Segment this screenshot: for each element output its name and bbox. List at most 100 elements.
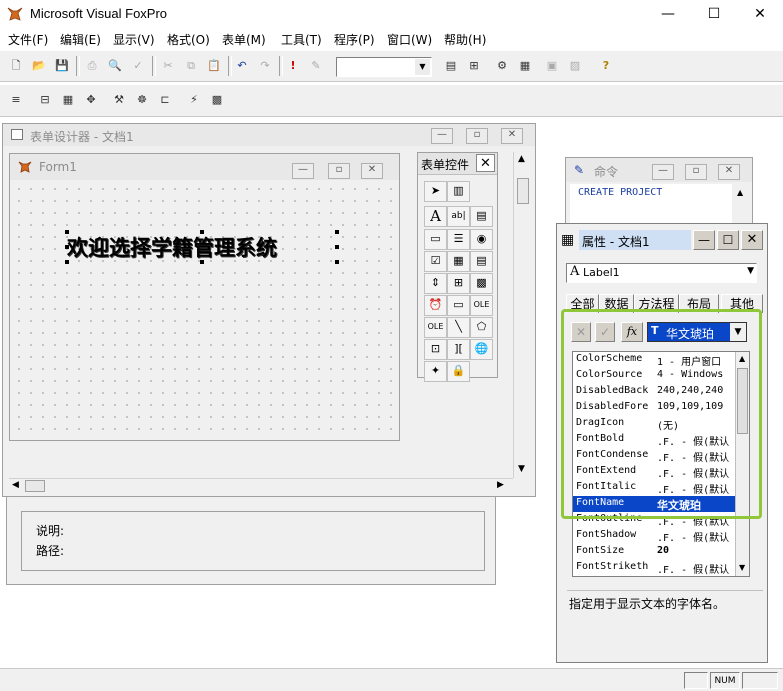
designer-maximize-button[interactable]: ▫ bbox=[466, 128, 488, 144]
properties-close-button[interactable]: ✕ bbox=[741, 230, 763, 250]
data-environment-icon[interactable]: ⊟ bbox=[35, 90, 55, 110]
line-control-icon[interactable]: ╲ bbox=[447, 317, 470, 338]
selection-handle[interactable] bbox=[65, 245, 69, 249]
command-window-icon[interactable]: ▤ bbox=[441, 56, 461, 76]
spinner-control-icon[interactable]: ⇕ bbox=[424, 273, 447, 294]
undo-icon[interactable]: ↶ bbox=[232, 56, 252, 76]
autoformat-icon[interactable]: ▨ bbox=[565, 56, 585, 76]
redo-icon[interactable]: ↷ bbox=[255, 56, 275, 76]
option-group-control-icon[interactable]: ◉ bbox=[470, 229, 493, 250]
command-button-control-icon[interactable]: ▭ bbox=[424, 229, 447, 250]
selection-handle[interactable] bbox=[200, 260, 204, 264]
property-row[interactable]: FontStriketh .F. - 假(默认 bbox=[573, 560, 736, 576]
designer-close-button[interactable]: ✕ bbox=[501, 128, 523, 144]
textbox-control-icon[interactable]: ab| bbox=[447, 206, 470, 227]
ole-container-control-icon[interactable]: OLE bbox=[470, 295, 493, 316]
menu-form[interactable]: 表单(M) bbox=[222, 31, 266, 48]
form1-maximize-button[interactable]: ▫ bbox=[328, 163, 350, 179]
selection-handle[interactable] bbox=[335, 245, 339, 249]
print-icon[interactable]: ⎙ bbox=[82, 56, 102, 76]
menu-program[interactable]: 程序(P) bbox=[334, 31, 375, 48]
scroll-right-icon[interactable]: ▶ bbox=[497, 480, 504, 490]
menu-view[interactable]: 显示(V) bbox=[113, 31, 155, 48]
chevron-down-icon[interactable]: ▼ bbox=[415, 59, 430, 75]
hyperlink-control-icon[interactable]: 🌐 bbox=[470, 339, 493, 360]
designer-horizontal-scrollbar[interactable]: ◀ ▶ bbox=[9, 478, 513, 494]
command-close-button[interactable]: ✕ bbox=[718, 164, 740, 180]
form-controls-toolbar-icon[interactable]: ⚒ bbox=[109, 90, 129, 110]
editbox-control-icon[interactable]: ▤ bbox=[470, 206, 493, 227]
horizontal-scroll-thumb[interactable] bbox=[25, 480, 45, 492]
form1-canvas[interactable]: 欢迎选择学籍管理系统 bbox=[10, 180, 399, 440]
property-row[interactable]: FontShadow .F. - 假(默认 bbox=[573, 528, 736, 544]
pageframe-control-icon[interactable]: ▭ bbox=[447, 295, 470, 316]
autoformat-designer-icon[interactable]: ▩ bbox=[207, 90, 227, 110]
command-group-control-icon[interactable]: ☰ bbox=[447, 229, 470, 250]
listbox-control-icon[interactable]: ▤ bbox=[470, 251, 493, 272]
maximize-button[interactable]: ☐ bbox=[691, 0, 737, 28]
command-maximize-button[interactable]: ▫ bbox=[685, 164, 707, 180]
selection-handle[interactable] bbox=[335, 260, 339, 264]
form-builder-icon[interactable]: ⚡ bbox=[184, 90, 204, 110]
designer-minimize-button[interactable]: — bbox=[431, 128, 453, 144]
spell-check-icon[interactable]: ✓ bbox=[128, 56, 148, 76]
select-pointer-icon[interactable]: ➤ bbox=[424, 181, 447, 202]
scroll-up-icon[interactable]: ▲ bbox=[737, 188, 743, 197]
menu-window[interactable]: 窗口(W) bbox=[387, 31, 432, 48]
menu-file[interactable]: 文件(F) bbox=[8, 31, 48, 48]
chevron-down-icon[interactable]: ▼ bbox=[747, 266, 754, 276]
selection-handle[interactable] bbox=[65, 260, 69, 264]
form1-close-button[interactable]: ✕ bbox=[361, 163, 383, 179]
new-file-icon[interactable]: 🗋 bbox=[6, 56, 26, 76]
label-control-icon[interactable]: A bbox=[424, 206, 447, 227]
properties-minimize-button[interactable]: — bbox=[693, 230, 715, 250]
ole-bound-control-icon[interactable]: OLE bbox=[424, 317, 447, 338]
run-icon[interactable]: ! bbox=[283, 56, 303, 76]
welcome-label[interactable]: 欢迎选择学籍管理系统 bbox=[65, 230, 339, 264]
property-row[interactable]: FontSize 20 bbox=[573, 544, 736, 560]
image-control-icon[interactable]: ▩ bbox=[470, 273, 493, 294]
code-window-icon[interactable]: ✥ bbox=[81, 90, 101, 110]
view-classes-icon[interactable]: ▥ bbox=[447, 181, 470, 202]
selection-handle[interactable] bbox=[335, 230, 339, 234]
separator-control-icon[interactable]: ][ bbox=[447, 339, 470, 360]
cut-icon[interactable]: ✂ bbox=[158, 56, 178, 76]
menu-help[interactable]: 帮助(H) bbox=[444, 31, 486, 48]
form1-window[interactable]: Form1 — ▫ ✕ 欢迎选择学籍管理系统 bbox=[9, 153, 400, 441]
builder-lock-icon[interactable]: ✦ bbox=[424, 361, 447, 382]
paste-icon[interactable]: 📋 bbox=[204, 56, 224, 76]
data-session-icon[interactable]: ⊞ bbox=[464, 56, 484, 76]
modify-form-icon[interactable]: ✎ bbox=[306, 56, 326, 76]
shape-control-icon[interactable]: ⬠ bbox=[470, 317, 493, 338]
print-preview-icon[interactable]: 🔍 bbox=[105, 56, 125, 76]
properties-window-icon[interactable]: ▦ bbox=[58, 90, 78, 110]
builder-icon[interactable]: ▣ bbox=[542, 56, 562, 76]
command-minimize-button[interactable]: — bbox=[652, 164, 674, 180]
scroll-down-icon[interactable]: ▼ bbox=[739, 563, 745, 572]
form1-minimize-button[interactable]: — bbox=[292, 163, 314, 179]
combobox-control-icon[interactable]: ▦ bbox=[447, 251, 470, 272]
command-scrollbar[interactable]: ▲ bbox=[734, 184, 750, 224]
close-button[interactable]: ✕ bbox=[737, 0, 783, 28]
menu-edit[interactable]: 编辑(E) bbox=[60, 31, 101, 48]
palette-close-button[interactable]: ✕ bbox=[476, 154, 495, 172]
checkbox-control-icon[interactable]: ☑ bbox=[424, 251, 447, 272]
selection-handle[interactable] bbox=[65, 230, 69, 234]
scroll-up-icon[interactable]: ▲ bbox=[518, 154, 525, 164]
selection-handle[interactable] bbox=[200, 230, 204, 234]
copy-icon[interactable]: ⧉ bbox=[181, 56, 201, 76]
menu-format[interactable]: 格式(O) bbox=[167, 31, 210, 48]
open-folder-icon[interactable]: 📂 bbox=[29, 56, 49, 76]
timer-control-icon[interactable]: ⏰ bbox=[424, 295, 447, 316]
container-control-icon[interactable]: ⊡ bbox=[424, 339, 447, 360]
grid-control-icon[interactable]: ⊞ bbox=[447, 273, 470, 294]
scroll-down-icon[interactable]: ▼ bbox=[518, 464, 525, 474]
minimize-button[interactable]: — bbox=[645, 0, 691, 28]
command-editor[interactable]: CREATE PROJECT bbox=[570, 184, 732, 224]
layout-toolbar-icon[interactable]: ⊏ bbox=[155, 90, 175, 110]
vertical-scroll-thumb[interactable] bbox=[517, 178, 529, 204]
database-combo[interactable]: ▼ bbox=[336, 57, 432, 77]
object-combo[interactable]: A Label1 ▼ bbox=[566, 263, 757, 283]
scroll-left-icon[interactable]: ◀ bbox=[12, 480, 19, 490]
help-icon[interactable]: ? bbox=[596, 56, 616, 76]
